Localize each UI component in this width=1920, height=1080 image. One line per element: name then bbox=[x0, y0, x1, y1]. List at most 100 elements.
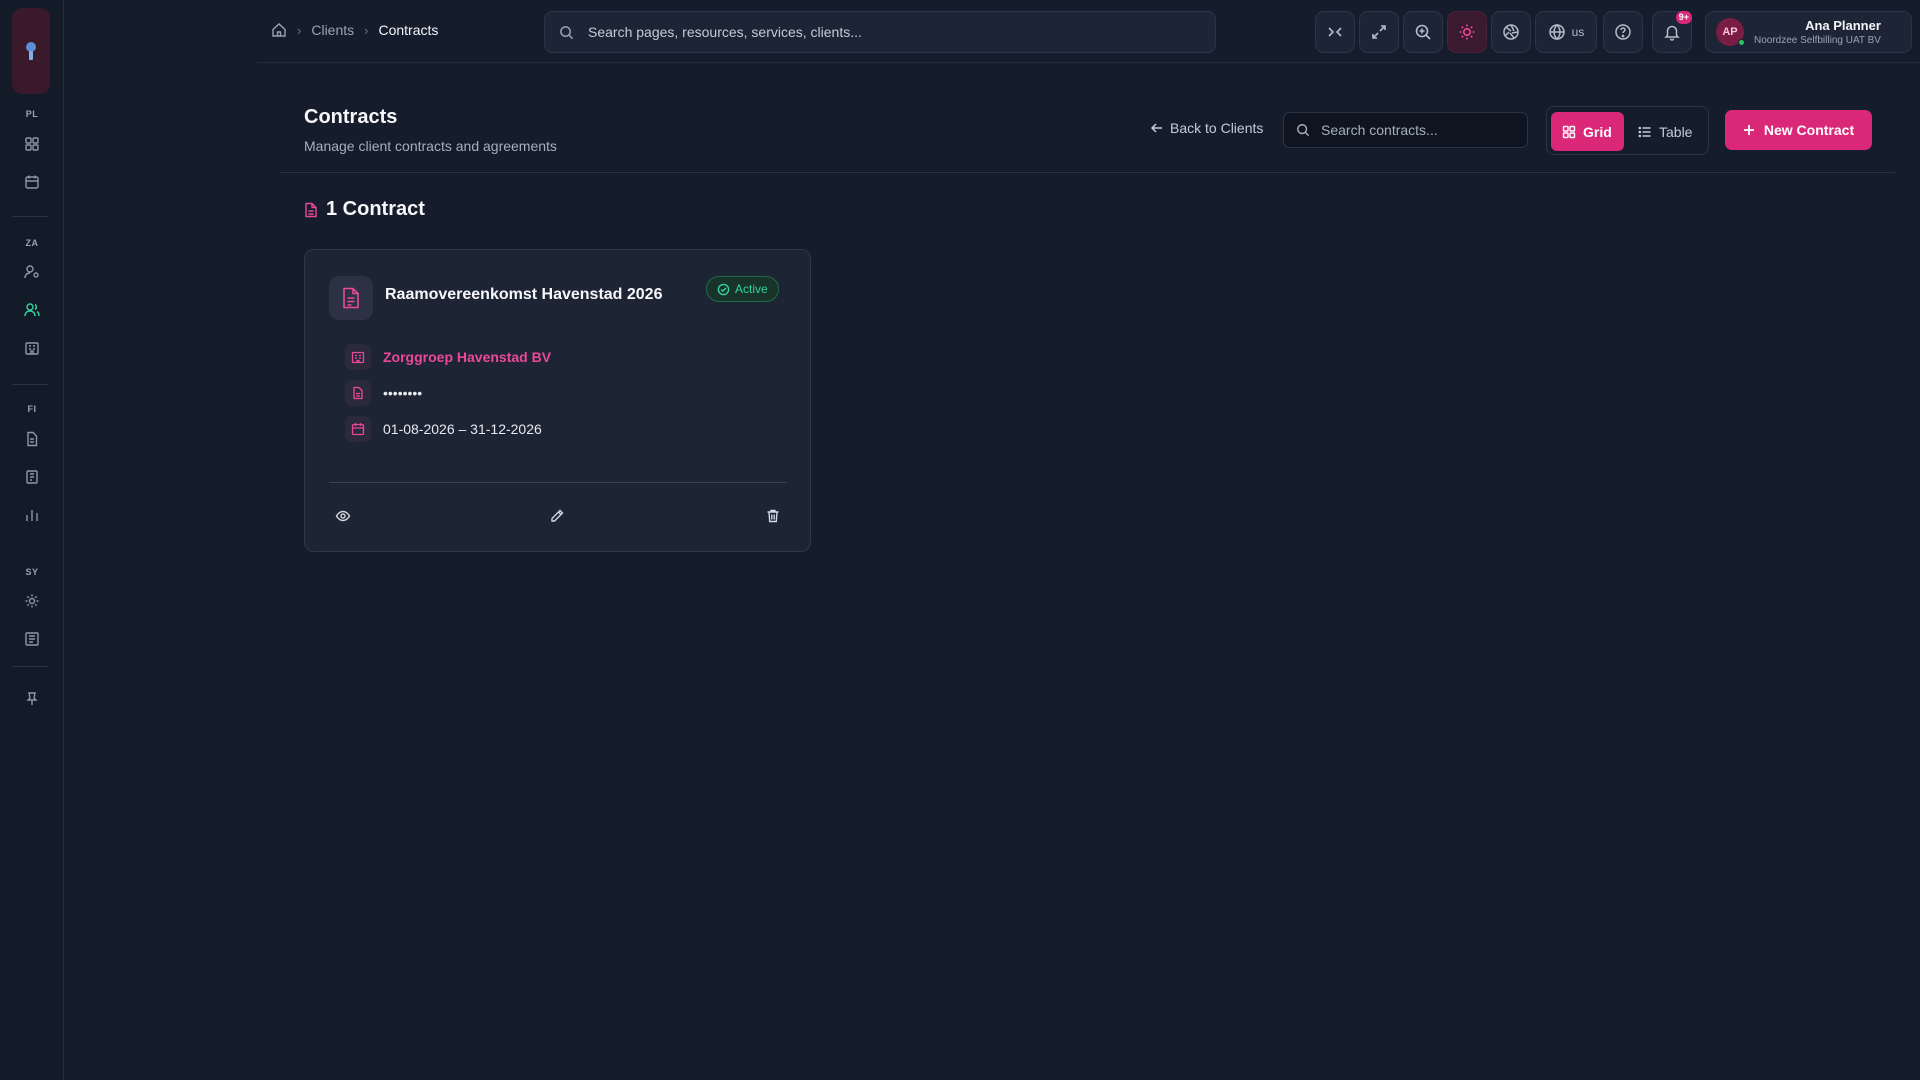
arrow-left-icon bbox=[1150, 121, 1164, 135]
view-toggle: Grid Table bbox=[1546, 106, 1709, 155]
status-label: Active bbox=[735, 282, 768, 296]
topbar: › Clients › Contracts Search pages, reso… bbox=[257, 0, 1920, 63]
contract-client-row: Zorggroep Havenstad BV bbox=[345, 344, 551, 370]
sidebar: PL ZA FI SY bbox=[0, 0, 64, 1080]
building-icon bbox=[345, 344, 371, 370]
client-link[interactable]: Zorggroep Havenstad BV bbox=[383, 349, 551, 365]
calendar-icon bbox=[345, 416, 371, 442]
contract-period: 01-08-2026 – 31-12-2026 bbox=[383, 421, 542, 437]
breadcrumb-separator: › bbox=[297, 22, 302, 38]
contract-period-row: 01-08-2026 – 31-12-2026 bbox=[345, 416, 542, 442]
notification-badge: 9+ bbox=[1675, 11, 1692, 24]
global-search-placeholder: Search pages, resources, services, clien… bbox=[588, 24, 862, 40]
grid-view-button[interactable]: Grid bbox=[1551, 112, 1624, 151]
sidebar-section-sy: SY bbox=[25, 567, 39, 577]
header-divider bbox=[280, 172, 1895, 173]
user-info: Ana Planner Noordzee Selfbilling UAT BV bbox=[1754, 18, 1881, 46]
home-icon[interactable] bbox=[271, 22, 287, 38]
avatar-initials: AP bbox=[1722, 26, 1738, 38]
grid-icon bbox=[1562, 125, 1576, 139]
language-button[interactable]: us bbox=[1535, 11, 1597, 53]
app-logo[interactable] bbox=[12, 8, 50, 94]
back-to-clients-link[interactable]: Back to Clients bbox=[1150, 120, 1263, 136]
user-settings-icon[interactable] bbox=[20, 260, 44, 284]
calendar-icon[interactable] bbox=[20, 170, 44, 194]
edit-contract-button[interactable] bbox=[543, 502, 571, 530]
dashboard-icon[interactable] bbox=[20, 132, 44, 156]
sidebar-section-fi: FI bbox=[27, 404, 37, 414]
search-icon bbox=[1296, 123, 1310, 137]
language-code: us bbox=[1571, 25, 1585, 39]
card-divider bbox=[329, 482, 787, 483]
sidebar-divider bbox=[12, 216, 48, 217]
breadcrumb-separator: › bbox=[364, 22, 369, 38]
plus-icon bbox=[1743, 124, 1755, 136]
sidebar-section-pl: PL bbox=[25, 109, 39, 119]
new-contract-label: New Contract bbox=[1763, 122, 1855, 138]
gear-icon[interactable] bbox=[20, 589, 44, 613]
list-icon bbox=[1638, 125, 1652, 139]
contract-search-input[interactable]: Search contracts... bbox=[1283, 112, 1528, 148]
collapse-sidebar-button[interactable] bbox=[1315, 11, 1355, 53]
logo-icon bbox=[26, 42, 36, 60]
breadcrumb: › Clients › Contracts bbox=[271, 22, 438, 38]
breadcrumb-clients[interactable]: Clients bbox=[311, 22, 354, 38]
theme-toggle-button[interactable] bbox=[1447, 11, 1487, 53]
page-subtitle: Manage client contracts and agreements bbox=[304, 138, 557, 154]
clients-icon[interactable] bbox=[20, 298, 44, 322]
help-button[interactable] bbox=[1603, 11, 1643, 53]
breadcrumb-contracts: Contracts bbox=[378, 22, 439, 38]
logs-icon[interactable] bbox=[20, 627, 44, 651]
new-contract-button[interactable]: New Contract bbox=[1725, 110, 1872, 150]
document-icon bbox=[345, 380, 371, 406]
building-icon[interactable] bbox=[20, 336, 44, 360]
collapse-icon bbox=[1326, 23, 1344, 41]
view-contract-button[interactable] bbox=[329, 502, 357, 530]
status-badge: Active bbox=[706, 276, 779, 302]
invoice-icon[interactable] bbox=[20, 465, 44, 489]
zoom-in-icon bbox=[1414, 23, 1432, 41]
contract-search-placeholder: Search contracts... bbox=[1321, 122, 1438, 138]
document-icon[interactable] bbox=[20, 427, 44, 451]
table-view-button[interactable]: Table bbox=[1627, 112, 1703, 151]
help-icon bbox=[1614, 23, 1632, 41]
bell-icon bbox=[1663, 23, 1681, 41]
contract-count-label: 1 Contract bbox=[326, 198, 425, 220]
global-search-input[interactable]: Search pages, resources, services, clien… bbox=[544, 11, 1216, 53]
contract-reference: •••••••• bbox=[383, 385, 423, 401]
fullscreen-button[interactable] bbox=[1359, 11, 1399, 53]
sidebar-divider bbox=[12, 384, 48, 385]
user-name: Ana Planner bbox=[1805, 18, 1881, 33]
delete-contract-button[interactable] bbox=[759, 502, 787, 530]
check-circle-icon bbox=[717, 283, 730, 296]
user-menu[interactable]: AP Ana Planner Noordzee Selfbilling UAT … bbox=[1705, 11, 1912, 53]
contract-card[interactable]: Raamovereenkomst Havenstad 2026 Active Z… bbox=[304, 249, 811, 552]
notifications-button[interactable]: 9+ bbox=[1652, 11, 1692, 53]
back-to-clients-label: Back to Clients bbox=[1170, 120, 1264, 136]
avatar: AP bbox=[1716, 18, 1745, 46]
pencil-icon bbox=[549, 508, 565, 524]
pin-icon[interactable] bbox=[20, 687, 44, 711]
appearance-button[interactable] bbox=[1491, 11, 1531, 53]
expand-icon bbox=[1370, 23, 1388, 41]
sidebar-divider bbox=[12, 666, 48, 667]
contract-title: Raamovereenkomst Havenstad 2026 bbox=[385, 286, 663, 303]
file-icon bbox=[304, 202, 318, 218]
online-status-dot bbox=[1738, 39, 1745, 46]
aperture-icon bbox=[1502, 23, 1520, 41]
contract-count: 1 Contract bbox=[304, 198, 425, 221]
user-org: Noordzee Selfbilling UAT BV bbox=[1754, 35, 1881, 46]
globe-icon bbox=[1548, 23, 1566, 41]
table-view-label: Table bbox=[1659, 123, 1693, 140]
trash-icon bbox=[765, 508, 781, 524]
grid-view-label: Grid bbox=[1583, 123, 1612, 140]
zoom-button[interactable] bbox=[1403, 11, 1443, 53]
page-title: Contracts bbox=[304, 106, 398, 128]
contract-document-icon bbox=[329, 276, 373, 320]
chart-icon[interactable] bbox=[20, 503, 44, 527]
search-icon bbox=[559, 25, 574, 40]
contract-reference-row: •••••••• bbox=[345, 380, 422, 406]
eye-icon bbox=[335, 508, 351, 524]
sidebar-section-za: ZA bbox=[25, 238, 39, 248]
sun-icon bbox=[1458, 23, 1476, 41]
